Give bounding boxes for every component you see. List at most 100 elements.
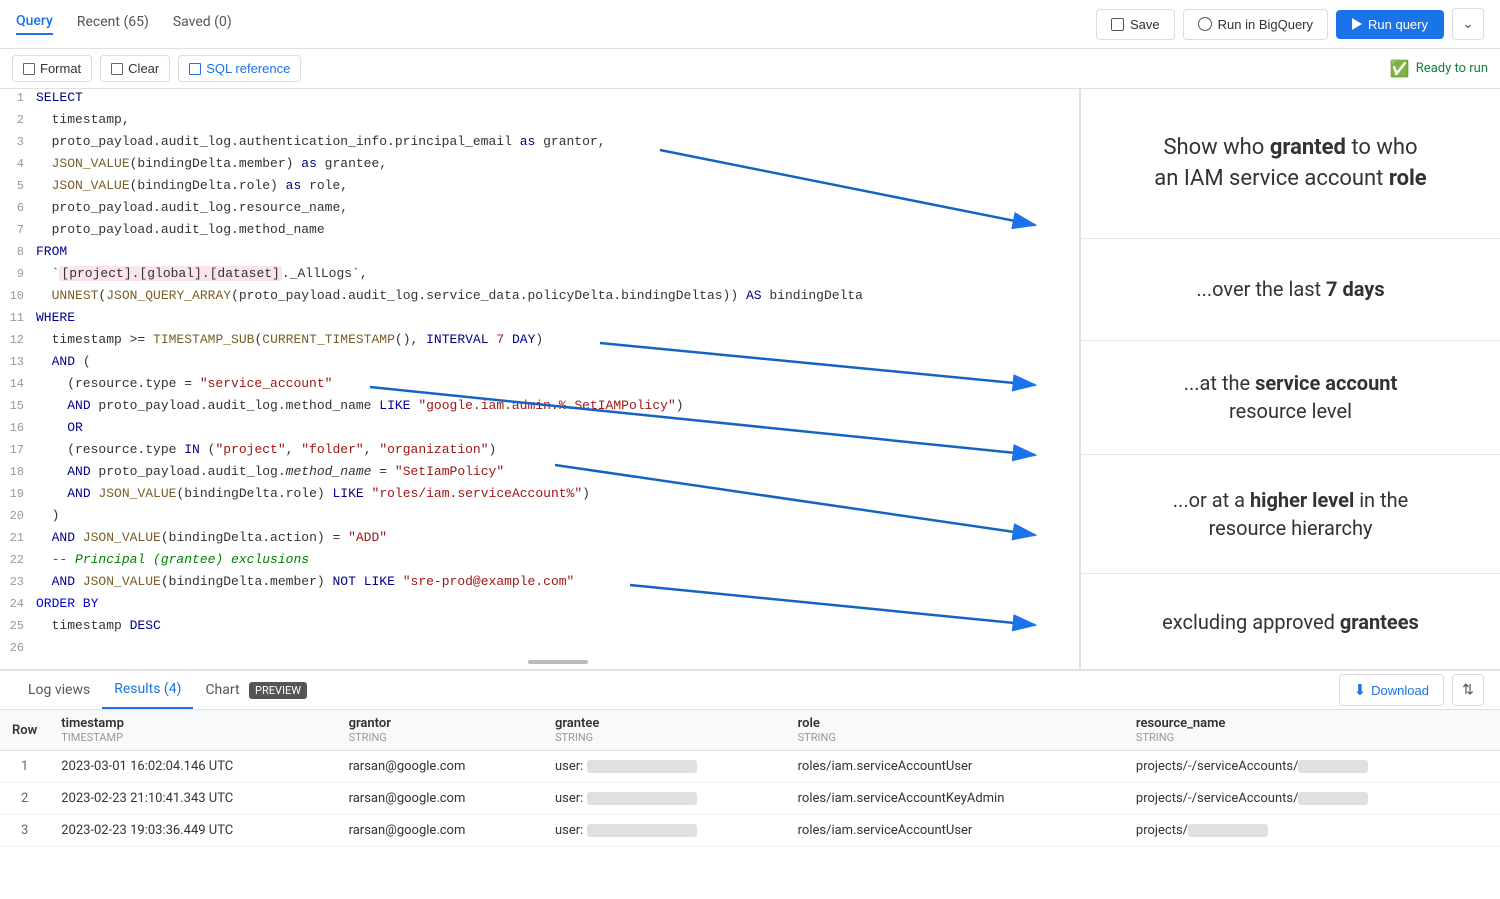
code-line: 11 WHERE (0, 309, 1079, 331)
cell-grantor: rarsan@google.com (337, 783, 543, 815)
cell-resource-name: projects/-/serviceAccounts/ (1124, 751, 1500, 783)
table-row: 1 2023-03-01 16:02:04.146 UTC rarsan@goo… (0, 751, 1500, 783)
bottom-tab-right: ⬇ Download ⇅ (1339, 674, 1484, 706)
save-icon (1111, 18, 1124, 31)
annotation-box-1: Show who granted to whoan IAM service ac… (1081, 89, 1500, 239)
main-tabs: Query Recent (65) Saved (0) (16, 13, 232, 35)
code-line: 7 proto_payload.audit_log.method_name (0, 221, 1079, 243)
code-line: 9 `[project].[global].[dataset]._AllLogs… (0, 265, 1079, 287)
code-line: 10 UNNEST(JSON_QUERY_ARRAY(proto_payload… (0, 287, 1079, 309)
clear-icon (111, 63, 123, 75)
toolbar-left: Format Clear SQL reference (12, 55, 301, 82)
code-line: 22 -- Principal (grantee) exclusions (0, 551, 1079, 573)
col-grantor: grantorSTRING (337, 710, 543, 751)
download-button[interactable]: ⬇ Download (1339, 674, 1444, 706)
code-line: 13 AND ( (0, 353, 1079, 375)
cell-role: roles/iam.serviceAccountUser (786, 751, 1124, 783)
clear-button[interactable]: Clear (100, 55, 170, 82)
query-options-button[interactable]: ⌄ (1452, 8, 1484, 40)
table-header-row: Row timestampTIMESTAMP grantorSTRING gra… (0, 710, 1500, 751)
table-row: 3 2023-02-23 19:03:36.449 UTC rarsan@goo… (0, 815, 1500, 847)
cell-role: roles/iam.serviceAccountUser (786, 815, 1124, 847)
cell-timestamp: 2023-03-01 16:02:04.146 UTC (49, 751, 336, 783)
code-line: 14 (resource.type = "service_account" (0, 375, 1079, 397)
cell-role: roles/iam.serviceAccountKeyAdmin (786, 783, 1124, 815)
annotation-box-2: ...over the last 7 days (1081, 239, 1500, 341)
code-editor[interactable]: 1 SELECT 2 timestamp, 3 proto_payload.au… (0, 89, 1080, 669)
preview-badge: PREVIEW (249, 682, 307, 699)
row-number: 3 (0, 815, 49, 847)
code-line: 24 ORDER BY (0, 595, 1079, 617)
cell-grantor: rarsan@google.com (337, 815, 543, 847)
bigquery-icon (1198, 17, 1212, 31)
code-line: 20 ) (0, 507, 1079, 529)
annotation-box-3: ...at the service accountresource level (1081, 341, 1500, 455)
cell-resource-name: projects/-/serviceAccounts/ (1124, 783, 1500, 815)
col-timestamp: timestampTIMESTAMP (49, 710, 336, 751)
check-icon: ✅ (1390, 59, 1410, 78)
code-line: 18 AND proto_payload.audit_log.method_na… (0, 463, 1079, 485)
top-actions: Save Run in BigQuery Run query ⌄ (1096, 8, 1484, 40)
tab-log-views[interactable]: Log views (16, 672, 102, 708)
code-line: 8 FROM (0, 243, 1079, 265)
chevron-icon: ⌄ (1462, 16, 1474, 32)
row-number: 1 (0, 751, 49, 783)
code-line: 1 SELECT (0, 89, 1079, 111)
run-icon (1352, 18, 1362, 30)
top-bar: Query Recent (65) Saved (0) Save Run in … (0, 0, 1500, 49)
format-button[interactable]: Format (12, 55, 92, 82)
col-row: Row (0, 710, 49, 751)
tab-saved[interactable]: Saved (0) (173, 14, 232, 34)
results-expand-button[interactable]: ⇅ (1452, 674, 1484, 706)
table-row: 2 2023-02-23 21:10:41.343 UTC rarsan@goo… (0, 783, 1500, 815)
code-line: 25 timestamp DESC (0, 617, 1079, 639)
run-in-bigquery-button[interactable]: Run in BigQuery (1183, 9, 1328, 40)
code-line: 17 (resource.type IN ("project", "folder… (0, 441, 1079, 463)
cell-timestamp: 2023-02-23 19:03:36.449 UTC (49, 815, 336, 847)
annotation-text-4: ...or at a higher level in theresource h… (1173, 486, 1408, 542)
annotation-text-3: ...at the service accountresource level (1184, 369, 1398, 425)
annotation-text-5: excluding approved grantees (1162, 608, 1419, 636)
main-content: 1 SELECT 2 timestamp, 3 proto_payload.au… (0, 89, 1500, 669)
annotation-panel: Show who granted to whoan IAM service ac… (1080, 89, 1500, 669)
cell-timestamp: 2023-02-23 21:10:41.343 UTC (49, 783, 336, 815)
download-icon: ⬇ (1354, 681, 1367, 699)
code-line: 15 AND proto_payload.audit_log.method_na… (0, 397, 1079, 419)
cell-grantee: user: (543, 815, 786, 847)
code-line: 3 proto_payload.audit_log.authentication… (0, 133, 1079, 155)
sql-reference-button[interactable]: SQL reference (178, 55, 301, 82)
sql-ref-icon (189, 63, 201, 75)
code-line: 23 AND JSON_VALUE(bindingDelta.member) N… (0, 573, 1079, 595)
col-grantee: granteeSTRING (543, 710, 786, 751)
code-line: 16 OR (0, 419, 1079, 441)
cell-resource-name: projects/ (1124, 815, 1500, 847)
tab-query[interactable]: Query (16, 13, 53, 35)
editor-toolbar: Format Clear SQL reference ✅ Ready to ru… (0, 49, 1500, 89)
code-line: 26 (0, 639, 1079, 661)
cell-grantee: user: (543, 751, 786, 783)
bottom-tabs: Log views Results (4) Chart PREVIEW ⬇ Do… (0, 671, 1500, 710)
col-role: roleSTRING (786, 710, 1124, 751)
annotation-text-1: Show who granted to whoan IAM service ac… (1154, 133, 1426, 195)
tab-results[interactable]: Results (4) (102, 671, 193, 709)
results-data-table: Row timestampTIMESTAMP grantorSTRING gra… (0, 710, 1500, 847)
format-icon (23, 63, 35, 75)
code-lines: 1 SELECT 2 timestamp, 3 proto_payload.au… (0, 89, 1079, 661)
annotation-text-2: ...over the last 7 days (1196, 275, 1384, 303)
tab-chart[interactable]: Chart PREVIEW (193, 672, 319, 708)
cell-grantor: rarsan@google.com (337, 751, 543, 783)
results-table: Row timestampTIMESTAMP grantorSTRING gra… (0, 710, 1500, 899)
code-line: 6 proto_payload.audit_log.resource_name, (0, 199, 1079, 221)
row-number: 2 (0, 783, 49, 815)
code-line: 19 AND JSON_VALUE(bindingDelta.role) LIK… (0, 485, 1079, 507)
code-line: 5 JSON_VALUE(bindingDelta.role) as role, (0, 177, 1079, 199)
tab-recent[interactable]: Recent (65) (77, 14, 149, 34)
code-line: 4 JSON_VALUE(bindingDelta.member) as gra… (0, 155, 1079, 177)
annotation-box-5: excluding approved grantees (1081, 574, 1500, 669)
run-query-button[interactable]: Run query (1336, 10, 1444, 39)
code-line: 2 timestamp, (0, 111, 1079, 133)
expand-icon: ⇅ (1462, 682, 1474, 698)
save-button[interactable]: Save (1096, 9, 1175, 40)
code-line: 21 AND JSON_VALUE(bindingDelta.action) =… (0, 529, 1079, 551)
ready-status: ✅ Ready to run (1390, 59, 1488, 78)
